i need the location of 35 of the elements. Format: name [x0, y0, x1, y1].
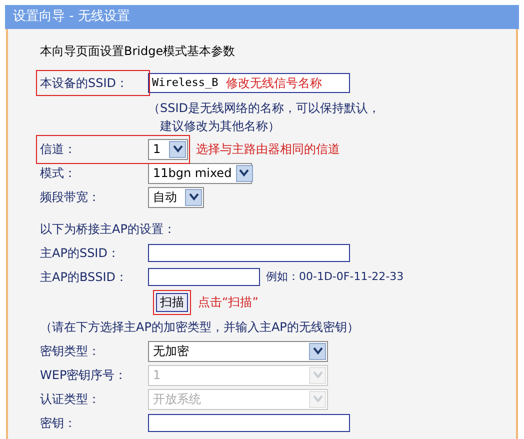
ap-bssid-input[interactable]: [148, 268, 260, 286]
chevron-down-icon: [312, 371, 322, 379]
field-label: 本设备的SSID：: [40, 75, 130, 92]
key-input[interactable]: [148, 414, 350, 432]
section-heading: 以下为桥接主AP的设置：: [40, 221, 176, 238]
dropdown-select[interactable]: 11bgn mixed: [148, 162, 252, 184]
ssid-input[interactable]: Wireless_B 修改无线信号名称: [148, 73, 350, 93]
chevron-down-icon: [172, 145, 182, 153]
dropdown-select[interactable]: 自动: [148, 186, 204, 208]
field-label: 信道：: [40, 141, 77, 158]
hint-text: （请在下方选择主AP的加密类型，并输入主AP的无线密钥）: [40, 319, 359, 336]
field-label: 认证类型：: [40, 391, 101, 408]
field-label: 频段带宽：: [40, 189, 101, 206]
scan-button[interactable]: 扫描: [156, 292, 188, 312]
dropdown-select[interactable]: 无加密: [148, 340, 328, 362]
hint-text: （SSID是无线网络的名称，可以保持默认，: [148, 100, 382, 117]
field-label: 主AP的SSID：: [40, 245, 120, 262]
field-label: 主AP的BSSID：: [40, 269, 128, 286]
field-label: WEP密钥序号：: [40, 367, 128, 384]
annotation-text: 选择与主路由器相同的信道: [196, 141, 340, 158]
window-title: 设置向导 - 无线设置: [13, 8, 130, 26]
field-label: 模式：: [40, 165, 77, 182]
annotation-text: 点击“扫描”: [198, 294, 258, 311]
dropdown-select[interactable]: 1: [148, 138, 188, 160]
chevron-down-icon: [188, 193, 198, 201]
chevron-down-icon: [239, 169, 250, 177]
ap-ssid-input[interactable]: [148, 244, 350, 262]
example-text: 例如：00-1D-0F-11-22-33: [266, 268, 404, 285]
annotation-text: 修改无线信号名称: [226, 75, 322, 92]
chevron-down-icon: [312, 395, 322, 403]
field-label: 密钥：: [40, 415, 77, 432]
chevron-down-icon: [312, 347, 322, 355]
intro-text: 本向导页面设置Bridge模式基本参数: [40, 43, 236, 60]
field-label: 密钥类型：: [40, 343, 101, 360]
hint-text: 建议修改为其他名称）: [159, 118, 281, 135]
